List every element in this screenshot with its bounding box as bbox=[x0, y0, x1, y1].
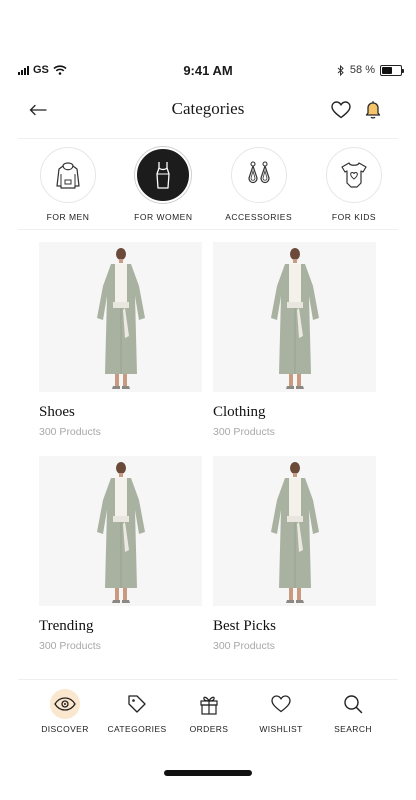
category-circle bbox=[40, 147, 96, 203]
gift-icon bbox=[200, 696, 218, 715]
product-image[interactable] bbox=[213, 456, 376, 606]
nav-item-orders[interactable]: ORDERS bbox=[178, 689, 240, 734]
category-for-kids[interactable]: FOR KIDS bbox=[316, 147, 392, 222]
bottom-nav: DISCOVER CATEGORIES ORDERS WISHLIST SEAR… bbox=[0, 679, 416, 739]
battery-percent: 58 % bbox=[349, 64, 375, 76]
nav-icon-wrap bbox=[266, 689, 296, 719]
category-accessories[interactable]: ACCESSORIES bbox=[221, 147, 297, 222]
battery-icon bbox=[380, 64, 404, 76]
category-circle bbox=[135, 147, 192, 203]
bell-icon bbox=[365, 101, 381, 119]
status-right: 58 % bbox=[337, 64, 404, 76]
nav-label: ORDERS bbox=[189, 724, 229, 734]
product-count: 300 Products bbox=[213, 640, 275, 652]
nav-label: CATEGORIES bbox=[107, 724, 167, 734]
product-card-trending[interactable]: Trending 300 Products bbox=[39, 456, 202, 670]
product-count: 300 Products bbox=[213, 426, 275, 438]
status-bar: GS 9:41 AM 58 % bbox=[0, 62, 416, 82]
product-image[interactable] bbox=[39, 456, 202, 606]
search-icon bbox=[344, 695, 363, 714]
heart-icon bbox=[271, 695, 291, 713]
category-label: FOR KIDS bbox=[331, 212, 377, 222]
category-label: FOR MEN bbox=[46, 212, 90, 222]
category-label: FOR WOMEN bbox=[134, 212, 193, 222]
nav-label: SEARCH bbox=[334, 724, 372, 734]
product-image[interactable] bbox=[39, 242, 202, 392]
product-name[interactable]: Best Picks bbox=[213, 618, 376, 635]
notifications-button[interactable] bbox=[360, 97, 386, 123]
category-for-women[interactable]: FOR WOMEN bbox=[125, 147, 201, 222]
product-image[interactable] bbox=[213, 242, 376, 392]
dress-icon bbox=[156, 162, 170, 189]
category-row: FOR MEN FOR WOMEN ACCESSORIES FOR KIDS bbox=[30, 147, 392, 222]
wishlist-button[interactable] bbox=[328, 97, 354, 123]
header-divider bbox=[18, 138, 398, 139]
nav-icon-wrap bbox=[194, 689, 224, 719]
nav-item-discover[interactable]: DISCOVER bbox=[34, 689, 96, 734]
product-card-best-picks[interactable]: Best Picks 300 Products bbox=[213, 456, 376, 670]
kaftan-model-image bbox=[96, 462, 145, 603]
nav-item-search[interactable]: SEARCH bbox=[322, 689, 384, 734]
kaftan-model-image bbox=[96, 248, 145, 389]
nav-item-categories[interactable]: CATEGORIES bbox=[106, 689, 168, 734]
onesie-icon bbox=[341, 162, 367, 188]
nav-items: DISCOVER CATEGORIES ORDERS WISHLIST SEAR… bbox=[34, 689, 384, 734]
product-name[interactable]: Trending bbox=[39, 618, 202, 635]
earrings-icon bbox=[248, 161, 270, 184]
nav-icon-wrap bbox=[338, 689, 368, 719]
kaftan-model-image bbox=[270, 462, 319, 603]
nav-item-wishlist[interactable]: WISHLIST bbox=[250, 689, 312, 734]
category-circle bbox=[230, 147, 287, 203]
category-divider bbox=[18, 229, 398, 230]
eye-icon bbox=[54, 697, 76, 711]
home-indicator[interactable] bbox=[164, 770, 252, 776]
nav-icon-wrap bbox=[50, 689, 80, 719]
product-name[interactable]: Shoes bbox=[39, 404, 202, 421]
product-count: 300 Products bbox=[39, 640, 101, 652]
nav-icon-wrap bbox=[122, 689, 152, 719]
category-circle bbox=[325, 147, 382, 203]
tag-icon bbox=[128, 695, 146, 713]
product-grid: Shoes 300 Products Clothing 300 Products bbox=[39, 242, 376, 670]
app-header: Categories bbox=[0, 90, 416, 130]
heart-icon bbox=[331, 101, 351, 119]
nav-label: WISHLIST bbox=[259, 724, 303, 734]
hoodie-icon bbox=[56, 162, 80, 189]
product-card-clothing[interactable]: Clothing 300 Products bbox=[213, 242, 376, 456]
category-for-men[interactable]: FOR MEN bbox=[30, 147, 106, 222]
bluetooth-icon bbox=[337, 64, 344, 76]
product-count: 300 Products bbox=[39, 426, 101, 438]
nav-label: DISCOVER bbox=[41, 724, 89, 734]
kaftan-model-image bbox=[270, 248, 319, 389]
category-label: ACCESSORIES bbox=[225, 212, 293, 222]
product-card-shoes[interactable]: Shoes 300 Products bbox=[39, 242, 202, 456]
product-name[interactable]: Clothing bbox=[213, 404, 376, 421]
